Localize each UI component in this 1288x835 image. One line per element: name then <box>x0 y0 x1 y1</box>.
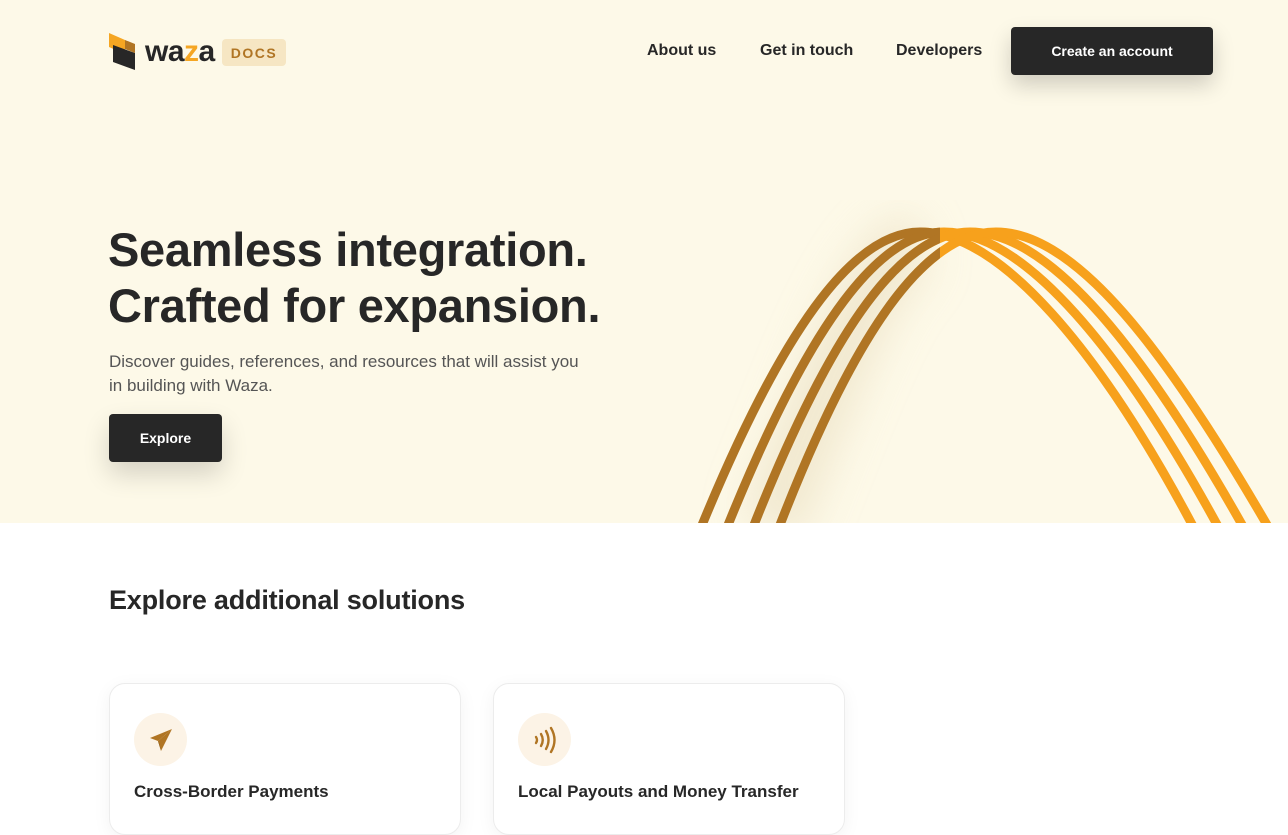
nav-developers[interactable]: Developers <box>896 42 982 60</box>
solution-card-local-payouts[interactable]: Local Payouts and Money Transfer <box>493 683 845 835</box>
card-icon-circle <box>518 713 571 766</box>
card-title: Cross-Border Payments <box>134 782 329 801</box>
hero-headline: Seamless integration. Crafted for expans… <box>108 222 601 334</box>
create-account-button[interactable]: Create an account <box>1011 27 1213 75</box>
waza-logo-icon <box>109 32 135 70</box>
brand-name-prefix: wa <box>145 35 185 68</box>
brand-name-suffix: a <box>198 35 216 68</box>
arch-stripes-illustration <box>698 212 1272 523</box>
solutions-title: Explore additional solutions <box>109 585 465 615</box>
nav-get-in-touch[interactable]: Get in touch <box>760 42 853 60</box>
brand-name-z: z <box>184 35 199 68</box>
explore-button[interactable]: Explore <box>109 414 222 462</box>
solution-card-cross-border[interactable]: Cross-Border Payments <box>109 683 461 835</box>
headline-line-1: Seamless integration. <box>108 223 588 276</box>
nav-about-us[interactable]: About us <box>647 42 716 60</box>
card-icon-circle <box>134 713 187 766</box>
card-title: Local Payouts and Money Transfer <box>518 782 799 801</box>
brand-wordmark: waza <box>145 37 215 67</box>
paper-plane-icon <box>149 728 172 751</box>
waza-docs-logo[interactable]: waza DOCS <box>109 32 287 70</box>
hero-subtext: Discover guides, references, and resourc… <box>109 352 579 395</box>
hero-section: waza DOCS About us Get in touch Develope… <box>0 0 1288 523</box>
docs-badge: DOCS <box>221 39 287 66</box>
site-header: waza DOCS About us Get in touch Develope… <box>0 0 1288 100</box>
contactless-icon <box>534 726 556 753</box>
headline-line-2: Crafted for expansion. <box>108 279 601 332</box>
